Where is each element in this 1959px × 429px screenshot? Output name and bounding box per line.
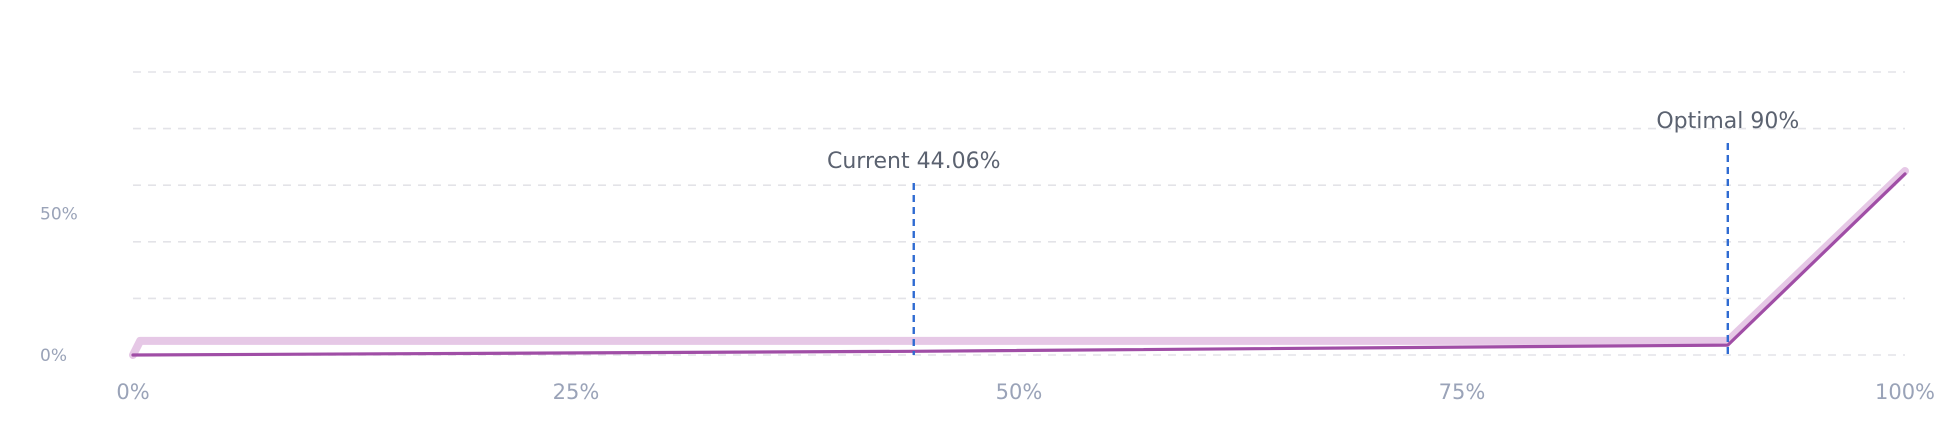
utilization-chart: Current 44.06% Optimal 90% 0% 25% 50% 75% 100…: [0, 0, 1959, 425]
x-tick-label-2: 50%: [996, 380, 1043, 404]
marker-layer: Current 44.06% Optimal 90%: [827, 109, 1799, 355]
tick-layer: 0% 25% 50% 75% 100% 0% 50%: [40, 205, 1935, 405]
series-band: [129, 167, 1909, 359]
marker-label-1: Optimal 90%: [1656, 109, 1799, 134]
y-tick-label-1: 50%: [40, 205, 78, 225]
series-layer: [129, 167, 1909, 359]
marker-label-0: Current 44.06%: [827, 149, 1001, 174]
y-tick-label-0: 0%: [40, 346, 67, 366]
x-tick-label-3: 75%: [1439, 380, 1486, 404]
grid-layer: [133, 71, 1905, 356]
x-tick-label-0: 0%: [116, 380, 149, 404]
x-tick-label-4: 100%: [1875, 380, 1935, 404]
x-tick-label-1: 25%: [553, 380, 600, 404]
chart-svg: Current 44.06% Optimal 90% 0% 25% 50% 75% 100…: [40, 71, 1935, 405]
series-line: [131, 172, 1907, 357]
